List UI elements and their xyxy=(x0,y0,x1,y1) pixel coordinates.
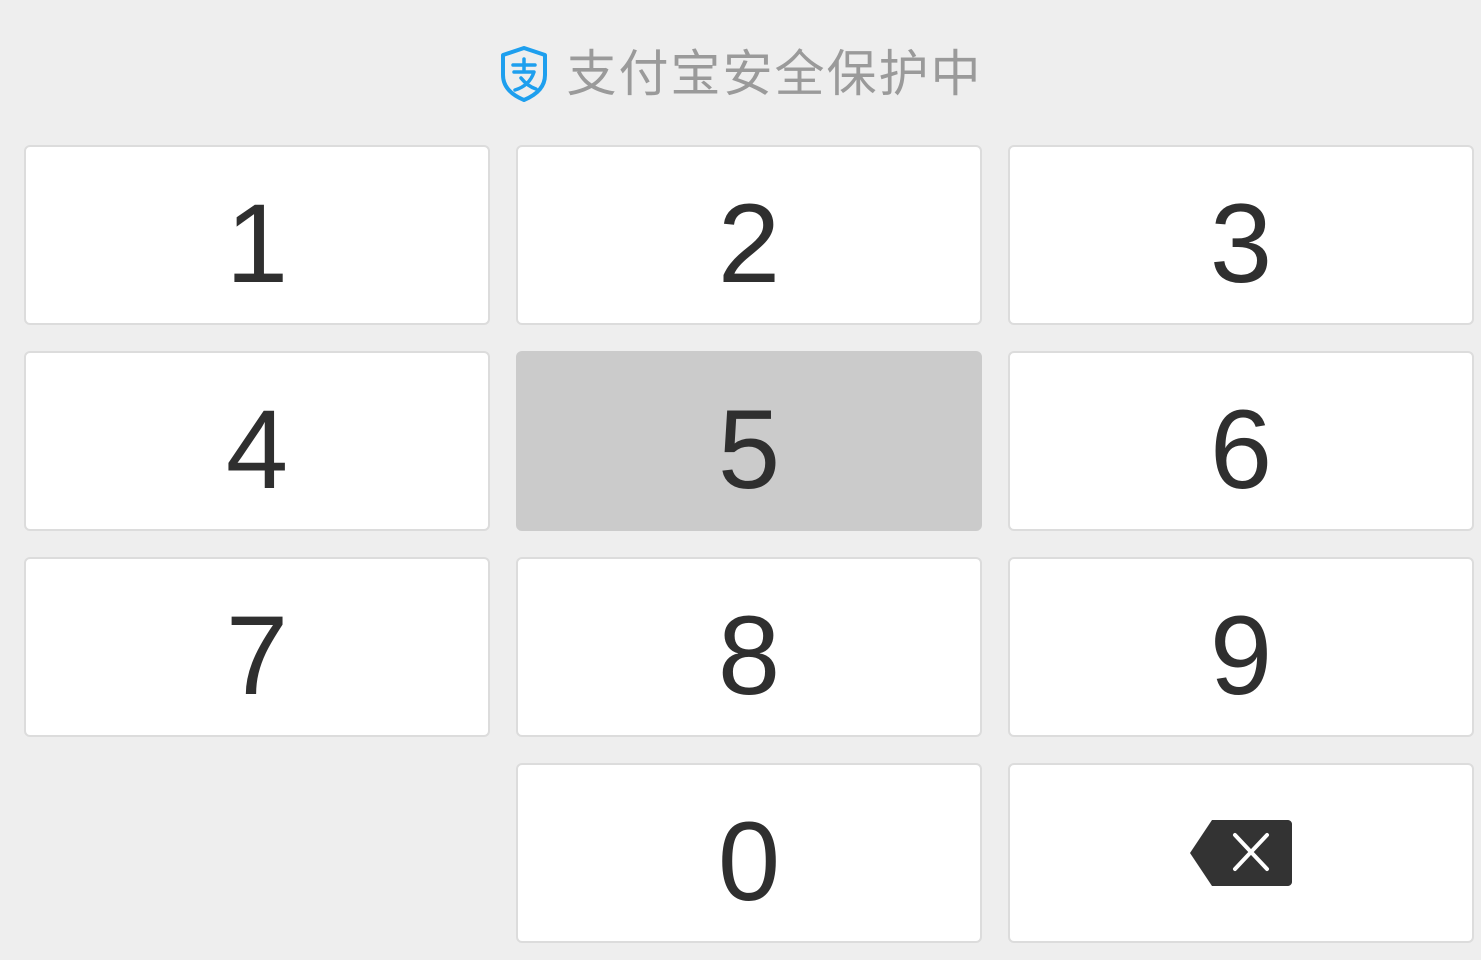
backspace-icon xyxy=(1188,818,1294,888)
key-1-label: 1 xyxy=(225,181,289,306)
key-9-label: 9 xyxy=(1209,593,1273,718)
key-6[interactable]: 6 xyxy=(1008,351,1474,531)
key-9[interactable]: 9 xyxy=(1008,557,1474,737)
security-header: 支付宝安全保护中 xyxy=(0,38,1481,110)
key-4[interactable]: 4 xyxy=(24,351,490,531)
key-2[interactable]: 2 xyxy=(516,145,982,325)
key-8[interactable]: 8 xyxy=(516,557,982,737)
key-1[interactable]: 1 xyxy=(24,145,490,325)
key-3[interactable]: 3 xyxy=(1008,145,1474,325)
backspace-key[interactable] xyxy=(1008,763,1474,943)
key-0[interactable]: 0 xyxy=(516,763,982,943)
alipay-shield-icon xyxy=(499,45,549,103)
key-0-label: 0 xyxy=(717,799,781,924)
key-8-label: 8 xyxy=(717,593,781,718)
key-4-label: 4 xyxy=(225,387,289,512)
key-6-label: 6 xyxy=(1209,387,1273,512)
key-7[interactable]: 7 xyxy=(24,557,490,737)
key-7-label: 7 xyxy=(225,593,289,718)
security-title: 支付宝安全保护中 xyxy=(566,45,983,103)
key-3-label: 3 xyxy=(1209,181,1273,306)
key-5[interactable]: 5 xyxy=(516,351,982,531)
key-5-label: 5 xyxy=(717,387,781,512)
key-2-label: 2 xyxy=(717,181,781,306)
